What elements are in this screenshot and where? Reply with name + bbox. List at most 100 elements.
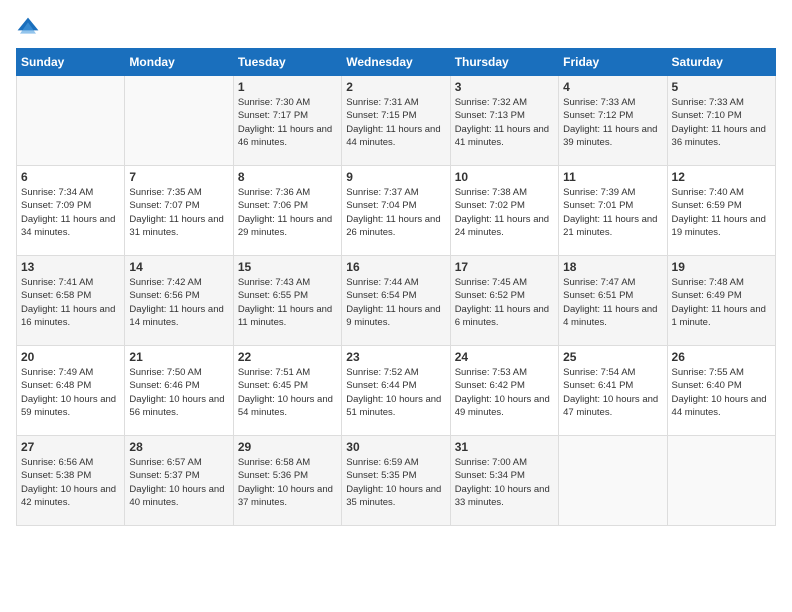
weekday-header: Wednesday: [342, 49, 450, 76]
calendar-cell: 12 Sunrise: 7:40 AM Sunset: 6:59 PM Dayli…: [667, 166, 775, 256]
day-info: Sunrise: 7:54 AM Sunset: 6:41 PM Dayligh…: [563, 366, 662, 419]
calendar-cell: 27 Sunrise: 6:56 AM Sunset: 5:38 PM Dayli…: [17, 436, 125, 526]
day-number: 23: [346, 350, 445, 364]
day-number: 7: [129, 170, 228, 184]
day-number: 11: [563, 170, 662, 184]
logo-icon: [16, 16, 40, 40]
calendar-cell: [667, 436, 775, 526]
day-number: 5: [672, 80, 771, 94]
calendar-cell: 17 Sunrise: 7:45 AM Sunset: 6:52 PM Dayli…: [450, 256, 558, 346]
day-info: Sunrise: 7:41 AM Sunset: 6:58 PM Dayligh…: [21, 276, 120, 329]
day-info: Sunrise: 7:44 AM Sunset: 6:54 PM Dayligh…: [346, 276, 445, 329]
weekday-header-row: SundayMondayTuesdayWednesdayThursdayFrid…: [17, 49, 776, 76]
calendar-cell: 2 Sunrise: 7:31 AM Sunset: 7:15 PM Daylig…: [342, 76, 450, 166]
day-number: 15: [238, 260, 337, 274]
calendar-cell: 1 Sunrise: 7:30 AM Sunset: 7:17 PM Daylig…: [233, 76, 341, 166]
calendar-cell: 5 Sunrise: 7:33 AM Sunset: 7:10 PM Daylig…: [667, 76, 775, 166]
day-info: Sunrise: 7:51 AM Sunset: 6:45 PM Dayligh…: [238, 366, 337, 419]
day-number: 26: [672, 350, 771, 364]
day-info: Sunrise: 7:31 AM Sunset: 7:15 PM Dayligh…: [346, 96, 445, 149]
calendar-cell: 19 Sunrise: 7:48 AM Sunset: 6:49 PM Dayli…: [667, 256, 775, 346]
calendar-cell: 26 Sunrise: 7:55 AM Sunset: 6:40 PM Dayli…: [667, 346, 775, 436]
day-info: Sunrise: 7:40 AM Sunset: 6:59 PM Dayligh…: [672, 186, 771, 239]
calendar-table: SundayMondayTuesdayWednesdayThursdayFrid…: [16, 48, 776, 526]
calendar-week-row: 13 Sunrise: 7:41 AM Sunset: 6:58 PM Dayli…: [17, 256, 776, 346]
calendar-cell: 13 Sunrise: 7:41 AM Sunset: 6:58 PM Dayli…: [17, 256, 125, 346]
day-info: Sunrise: 7:38 AM Sunset: 7:02 PM Dayligh…: [455, 186, 554, 239]
weekday-header: Thursday: [450, 49, 558, 76]
calendar-cell: 29 Sunrise: 6:58 AM Sunset: 5:36 PM Dayli…: [233, 436, 341, 526]
day-info: Sunrise: 7:49 AM Sunset: 6:48 PM Dayligh…: [21, 366, 120, 419]
calendar-cell: 7Sunrise: 7:35 AM Sunset: 7:07 PM Daylig…: [125, 166, 233, 256]
page-header: [16, 16, 776, 40]
day-number: 27: [21, 440, 120, 454]
calendar-cell: [559, 436, 667, 526]
calendar-cell: 8 Sunrise: 7:36 AM Sunset: 7:06 PM Daylig…: [233, 166, 341, 256]
day-number: 19: [672, 260, 771, 274]
day-number: 16: [346, 260, 445, 274]
calendar-cell: 15 Sunrise: 7:43 AM Sunset: 6:55 PM Dayli…: [233, 256, 341, 346]
day-number: 9: [346, 170, 445, 184]
day-number: 12: [672, 170, 771, 184]
day-number: 8: [238, 170, 337, 184]
day-info: Sunrise: 6:56 AM Sunset: 5:38 PM Dayligh…: [21, 456, 120, 509]
day-info: Sunrise: 7:52 AM Sunset: 6:44 PM Dayligh…: [346, 366, 445, 419]
calendar-cell: 23 Sunrise: 7:52 AM Sunset: 6:44 PM Dayli…: [342, 346, 450, 436]
day-number: 1: [238, 80, 337, 94]
day-number: 4: [563, 80, 662, 94]
day-info: Sunrise: 7:45 AM Sunset: 6:52 PM Dayligh…: [455, 276, 554, 329]
weekday-header: Tuesday: [233, 49, 341, 76]
day-info: Sunrise: 7:47 AM Sunset: 6:51 PM Dayligh…: [563, 276, 662, 329]
day-number: 30: [346, 440, 445, 454]
weekday-header: Saturday: [667, 49, 775, 76]
calendar-cell: 21Sunrise: 7:50 AM Sunset: 6:46 PM Dayli…: [125, 346, 233, 436]
calendar-cell: [17, 76, 125, 166]
day-number: 18: [563, 260, 662, 274]
day-number: 13: [21, 260, 120, 274]
day-number: 14: [129, 260, 228, 274]
day-info: Sunrise: 7:55 AM Sunset: 6:40 PM Dayligh…: [672, 366, 771, 419]
day-info: Sunrise: 7:48 AM Sunset: 6:49 PM Dayligh…: [672, 276, 771, 329]
day-info: Sunrise: 7:42 AM Sunset: 6:56 PM Dayligh…: [129, 276, 228, 329]
day-info: Sunrise: 7:37 AM Sunset: 7:04 PM Dayligh…: [346, 186, 445, 239]
calendar-cell: 18 Sunrise: 7:47 AM Sunset: 6:51 PM Dayli…: [559, 256, 667, 346]
day-number: 28: [129, 440, 228, 454]
day-number: 25: [563, 350, 662, 364]
day-info: Sunrise: 7:00 AM Sunset: 5:34 PM Dayligh…: [455, 456, 554, 509]
day-info: Sunrise: 7:33 AM Sunset: 7:10 PM Dayligh…: [672, 96, 771, 149]
day-info: Sunrise: 6:58 AM Sunset: 5:36 PM Dayligh…: [238, 456, 337, 509]
calendar-cell: 14 Sunrise: 7:42 AM Sunset: 6:56 PM Dayli…: [125, 256, 233, 346]
day-info: Sunrise: 7:43 AM Sunset: 6:55 PM Dayligh…: [238, 276, 337, 329]
calendar-cell: 20Sunrise: 7:49 AM Sunset: 6:48 PM Dayli…: [17, 346, 125, 436]
day-number: 22: [238, 350, 337, 364]
day-info: Sunrise: 7:33 AM Sunset: 7:12 PM Dayligh…: [563, 96, 662, 149]
logo: [16, 16, 44, 40]
day-number: 3: [455, 80, 554, 94]
day-info: Sunrise: 6:57 AM Sunset: 5:37 PM Dayligh…: [129, 456, 228, 509]
day-info: Sunrise: 7:53 AM Sunset: 6:42 PM Dayligh…: [455, 366, 554, 419]
calendar-cell: 25 Sunrise: 7:54 AM Sunset: 6:41 PM Dayli…: [559, 346, 667, 436]
calendar-week-row: 6 Sunrise: 7:34 AM Sunset: 7:09 PM Daylig…: [17, 166, 776, 256]
day-number: 17: [455, 260, 554, 274]
calendar-week-row: 27 Sunrise: 6:56 AM Sunset: 5:38 PM Dayli…: [17, 436, 776, 526]
day-number: 29: [238, 440, 337, 454]
day-info: Sunrise: 7:39 AM Sunset: 7:01 PM Dayligh…: [563, 186, 662, 239]
calendar-cell: 16 Sunrise: 7:44 AM Sunset: 6:54 PM Dayli…: [342, 256, 450, 346]
weekday-header: Friday: [559, 49, 667, 76]
calendar-cell: 9 Sunrise: 7:37 AM Sunset: 7:04 PM Daylig…: [342, 166, 450, 256]
day-number: 2: [346, 80, 445, 94]
calendar-cell: 4 Sunrise: 7:33 AM Sunset: 7:12 PM Daylig…: [559, 76, 667, 166]
day-info: Sunrise: 6:59 AM Sunset: 5:35 PM Dayligh…: [346, 456, 445, 509]
weekday-header: Monday: [125, 49, 233, 76]
day-info: Sunrise: 7:30 AM Sunset: 7:17 PM Dayligh…: [238, 96, 337, 149]
day-number: 10: [455, 170, 554, 184]
day-info: Sunrise: 7:34 AM Sunset: 7:09 PM Dayligh…: [21, 186, 120, 239]
day-number: 21: [129, 350, 228, 364]
day-number: 24: [455, 350, 554, 364]
day-number: 6: [21, 170, 120, 184]
calendar-cell: 24 Sunrise: 7:53 AM Sunset: 6:42 PM Dayli…: [450, 346, 558, 436]
calendar-week-row: 1 Sunrise: 7:30 AM Sunset: 7:17 PM Daylig…: [17, 76, 776, 166]
calendar-cell: 6 Sunrise: 7:34 AM Sunset: 7:09 PM Daylig…: [17, 166, 125, 256]
calendar-cell: [125, 76, 233, 166]
day-info: Sunrise: 7:36 AM Sunset: 7:06 PM Dayligh…: [238, 186, 337, 239]
